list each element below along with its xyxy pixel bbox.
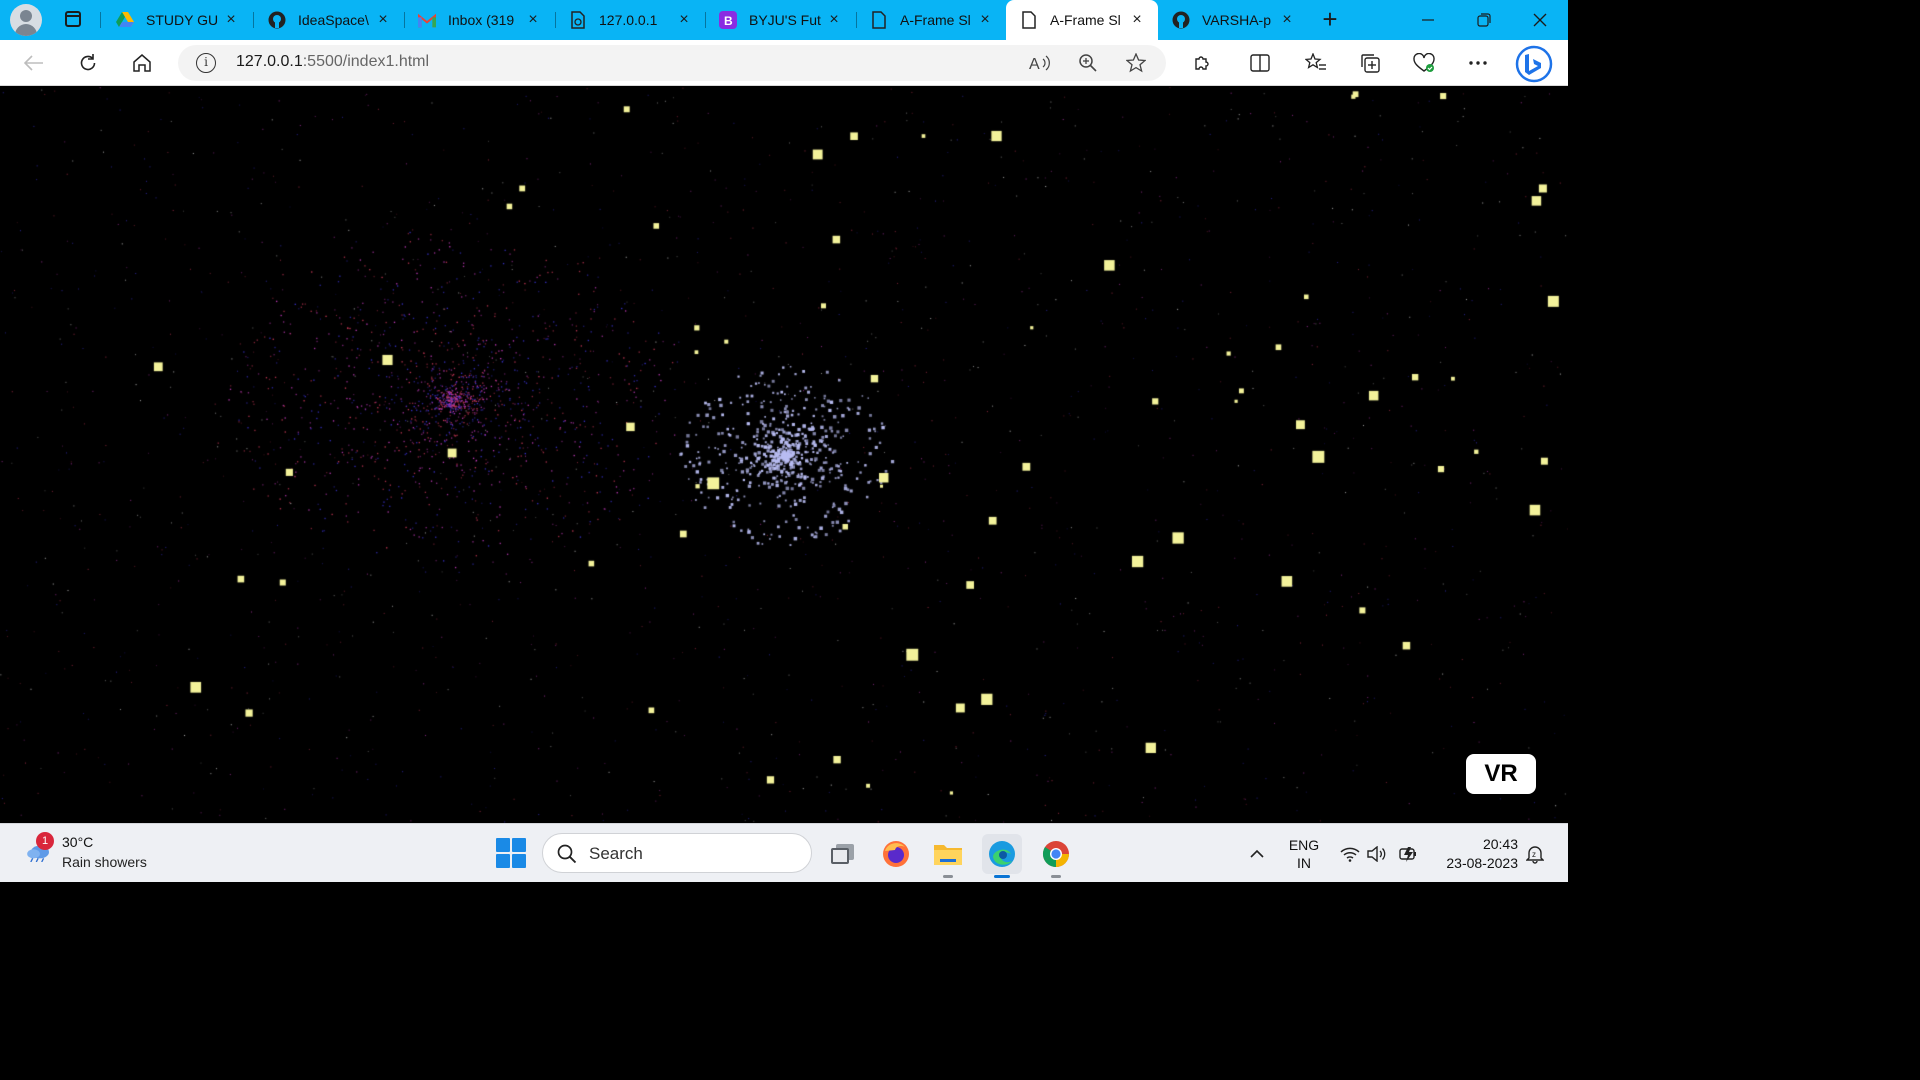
tab-title: BYJU'S Futu: [749, 12, 821, 28]
tab-title: A-Frame Sl: [1050, 12, 1121, 28]
running-indicator: [1051, 875, 1061, 878]
url-path: :5500/index1.html: [302, 53, 430, 70]
github-icon: [1172, 11, 1190, 29]
tab-close-icon[interactable]: ×: [1128, 11, 1146, 29]
svg-text:z: z: [1532, 850, 1536, 859]
tab-close-icon[interactable]: ×: [374, 11, 392, 29]
collections-icon[interactable]: [1354, 48, 1386, 78]
tab-title: Inbox (319: [448, 12, 515, 28]
close-window-icon[interactable]: [1520, 6, 1560, 34]
tab-strip: STUDY GUI × IdeaSpace\ × Inbox (319 × 12…: [0, 0, 1568, 40]
chrome-icon[interactable]: [1036, 834, 1076, 878]
notification-badge: 1: [36, 832, 54, 850]
search-icon: [557, 844, 577, 864]
tab-actions-icon[interactable]: [58, 8, 88, 32]
tab-close-icon[interactable]: ×: [976, 11, 994, 29]
tab-aframe-active[interactable]: A-Frame Sl ×: [1006, 0, 1158, 40]
taskbar: 1 30°C Rain showers Search ENG IN 20:43 …: [0, 823, 1568, 882]
language-indicator[interactable]: ENG IN: [1286, 836, 1322, 872]
zoom-icon[interactable]: [1076, 51, 1100, 75]
weather-condition: Rain showers: [62, 854, 147, 870]
page-sync-icon: [569, 11, 587, 29]
running-indicator: [994, 875, 1010, 878]
tab-ideaspace[interactable]: IdeaSpace\ ×: [254, 0, 404, 40]
vr-button[interactable]: VR: [1466, 754, 1536, 794]
language-code: ENG: [1288, 837, 1320, 853]
language-region: IN: [1297, 855, 1311, 871]
tab-close-icon[interactable]: ×: [222, 11, 240, 29]
new-tab-button[interactable]: +: [1316, 6, 1344, 34]
clock-date: 23-08-2023: [1446, 855, 1518, 871]
url-host: 127.0.0.1: [236, 53, 303, 70]
windows-start-icon[interactable]: [496, 838, 526, 868]
volume-icon[interactable]: [1364, 824, 1388, 883]
tab-inbox[interactable]: Inbox (319 ×: [404, 0, 554, 40]
tab-title: A-Frame Sl: [900, 12, 971, 28]
site-info-icon[interactable]: i: [196, 53, 216, 73]
back-arrow-icon[interactable]: [18, 48, 50, 78]
tab-byjus[interactable]: B BYJU'S Futu ×: [705, 0, 855, 40]
desktop: STUDY GUI × IdeaSpace\ × Inbox (319 × 12…: [0, 0, 1568, 882]
tab-close-icon[interactable]: ×: [1278, 11, 1296, 29]
tab-close-icon[interactable]: ×: [675, 11, 693, 29]
notifications-bell-icon[interactable]: z: [1524, 824, 1546, 883]
page-icon: [1020, 11, 1038, 29]
file-explorer-icon[interactable]: [928, 834, 968, 878]
home-icon[interactable]: [126, 48, 158, 78]
svg-text:A: A: [1029, 56, 1040, 73]
profile-avatar-icon[interactable]: [10, 4, 42, 36]
gmail-icon: [418, 11, 436, 29]
wifi-icon[interactable]: [1338, 824, 1362, 883]
tab-study-guide[interactable]: STUDY GUI ×: [102, 0, 252, 40]
system-clock[interactable]: 20:43 23-08-2023: [1432, 835, 1518, 873]
task-view-icon[interactable]: [822, 834, 862, 874]
read-aloud-icon[interactable]: A: [1028, 51, 1052, 75]
favorites-list-icon[interactable]: [1300, 48, 1332, 78]
tab-separator: [100, 12, 101, 28]
taskbar-search-box[interactable]: Search: [542, 833, 812, 873]
github-icon: [268, 11, 286, 29]
search-placeholder: Search: [589, 844, 643, 863]
firefox-icon[interactable]: [876, 834, 916, 874]
aframe-scene[interactable]: VR: [0, 87, 1568, 823]
starfield-canvas[interactable]: [0, 87, 1568, 823]
bing-copilot-icon[interactable]: [1514, 44, 1554, 84]
tab-close-icon[interactable]: ×: [825, 11, 843, 29]
byjus-icon: B: [719, 11, 737, 29]
restore-icon[interactable]: [1464, 6, 1504, 34]
refresh-icon[interactable]: [72, 48, 104, 78]
svg-text:B: B: [724, 14, 733, 28]
clock-time: 20:43: [1482, 836, 1518, 852]
running-indicator: [943, 875, 953, 878]
tab-varsha[interactable]: VARSHA-p ×: [1158, 0, 1308, 40]
browser-essentials-icon[interactable]: [1408, 48, 1440, 78]
tab-title: IdeaSpace\: [298, 12, 369, 28]
more-options-icon[interactable]: [1462, 48, 1494, 78]
tab-localhost[interactable]: 127.0.0.1 ×: [555, 0, 705, 40]
tab-title: 127.0.0.1: [599, 12, 658, 28]
tab-title: VARSHA-p: [1202, 12, 1271, 28]
split-screen-icon[interactable]: [1244, 48, 1276, 78]
favorite-star-icon[interactable]: [1124, 51, 1148, 75]
weather-temperature: 30°C: [62, 834, 94, 850]
extensions-icon[interactable]: [1186, 48, 1218, 78]
tab-aframe-1[interactable]: A-Frame Sl ×: [856, 0, 1006, 40]
address-bar[interactable]: i 127.0.0.1:5500/index1.html A: [178, 45, 1166, 81]
minimize-icon[interactable]: [1408, 6, 1448, 34]
tab-title: STUDY GUI: [146, 12, 218, 28]
show-hidden-icons-chevron-icon[interactable]: [1244, 824, 1270, 883]
battery-charging-icon[interactable]: [1396, 824, 1422, 883]
browser-toolbar: i 127.0.0.1:5500/index1.html A: [0, 40, 1568, 86]
edge-icon[interactable]: [982, 834, 1022, 878]
address-url[interactable]: 127.0.0.1:5500/index1.html: [236, 53, 429, 71]
weather-widget[interactable]: 1 30°C Rain showers: [20, 832, 190, 874]
page-icon: [870, 11, 888, 29]
tab-close-icon[interactable]: ×: [524, 11, 542, 29]
google-drive-icon: [116, 11, 134, 29]
